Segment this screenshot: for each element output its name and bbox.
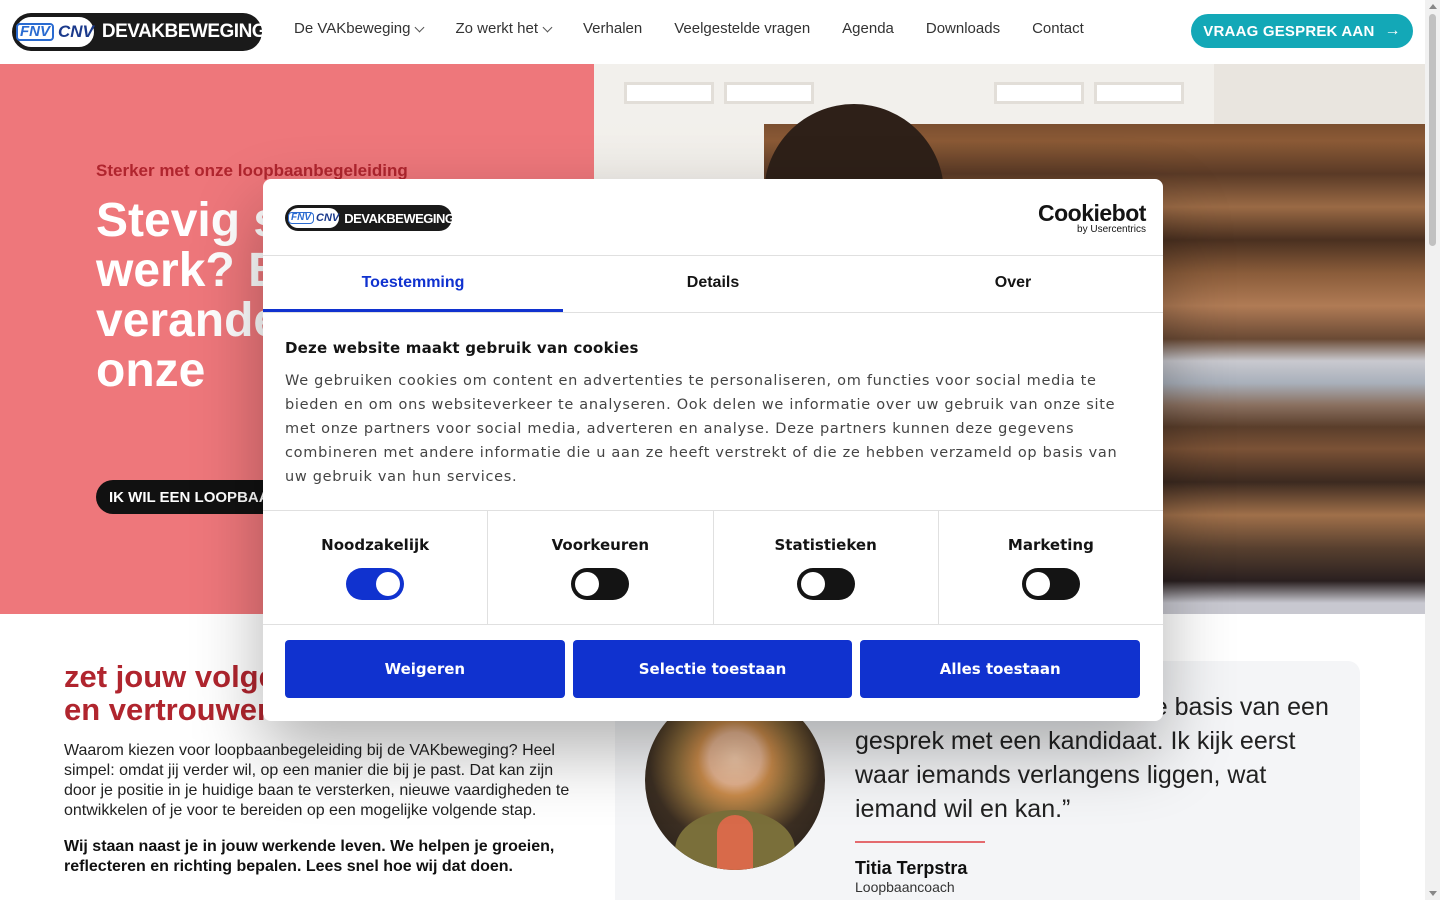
toggle-knob [800, 572, 825, 596]
toggle-preferences[interactable] [571, 568, 630, 600]
logo-site-name: DEVAKBEWEGING.NL [344, 211, 473, 226]
toggle-knob [1025, 572, 1050, 596]
category-label: Noodzakelijk [321, 536, 430, 554]
scrollbar-thumb[interactable] [1429, 14, 1436, 246]
tab-over[interactable]: Over [863, 256, 1163, 312]
toggle-marketing[interactable] [1021, 568, 1080, 600]
toggle-knob [376, 572, 401, 596]
tab-toestemming[interactable]: Toestemming [263, 256, 563, 312]
tab-details[interactable]: Details [563, 256, 863, 312]
cookie-consent-dialog: FNV CNV DEVAKBEWEGING.NL Cookiebot by Us… [263, 179, 1163, 721]
cookiebot-logo[interactable]: Cookiebot by Usercentrics [1038, 201, 1146, 235]
category-label: Marketing [1007, 536, 1094, 554]
category-preferences: Voorkeuren [488, 511, 714, 624]
dialog-body: Deze website maakt gebruik van cookies W… [285, 339, 1135, 489]
cookie-categories: Noodzakelijk Voorkeuren Statistieken Mar… [263, 510, 1163, 625]
scroll-down-icon[interactable] [1429, 891, 1437, 896]
decline-button[interactable]: Weigeren [285, 640, 565, 698]
dialog-actions: Weigeren Selectie toestaan Alles toestaa… [285, 640, 1141, 698]
cnv-logo-text: CNV [316, 212, 340, 224]
logo-badge: FNV CNV [288, 208, 340, 228]
dialog-header: FNV CNV DEVAKBEWEGING.NL Cookiebot by Us… [263, 179, 1163, 256]
dialog-site-logo: FNV CNV DEVAKBEWEGING.NL [285, 205, 474, 231]
toggle-statistics[interactable] [796, 568, 855, 600]
category-label: Statistieken [774, 536, 877, 554]
scroll-up-icon[interactable] [1429, 4, 1437, 9]
cookiebot-name: Cookiebot [1038, 200, 1146, 226]
logo-site-name-bold: DEVAKBEWEGING [344, 210, 455, 226]
dialog-description: We gebruiken cookies om content en adver… [285, 373, 1118, 485]
toggle-knob [575, 572, 600, 596]
dialog-tabs: Toestemming Details Over [263, 256, 1163, 313]
category-label: Voorkeuren [551, 536, 650, 554]
page-scrollbar[interactable] [1425, 0, 1440, 900]
category-statistics: Statistieken [714, 511, 939, 624]
fnv-logo-text: FNV [288, 212, 314, 224]
category-marketing: Marketing [939, 511, 1163, 624]
category-necessary: Noodzakelijk [263, 511, 489, 624]
cookiebot-byline: by Usercentrics [1077, 224, 1146, 235]
toggle-necessary[interactable] [346, 568, 405, 600]
allow-selection-button[interactable]: Selectie toestaan [572, 640, 853, 698]
dialog-heading: Deze website maakt gebruik van cookies [285, 339, 639, 357]
logo-site-name-rest: .NL [454, 210, 474, 226]
allow-all-button[interactable]: Alles toestaan [860, 640, 1141, 698]
